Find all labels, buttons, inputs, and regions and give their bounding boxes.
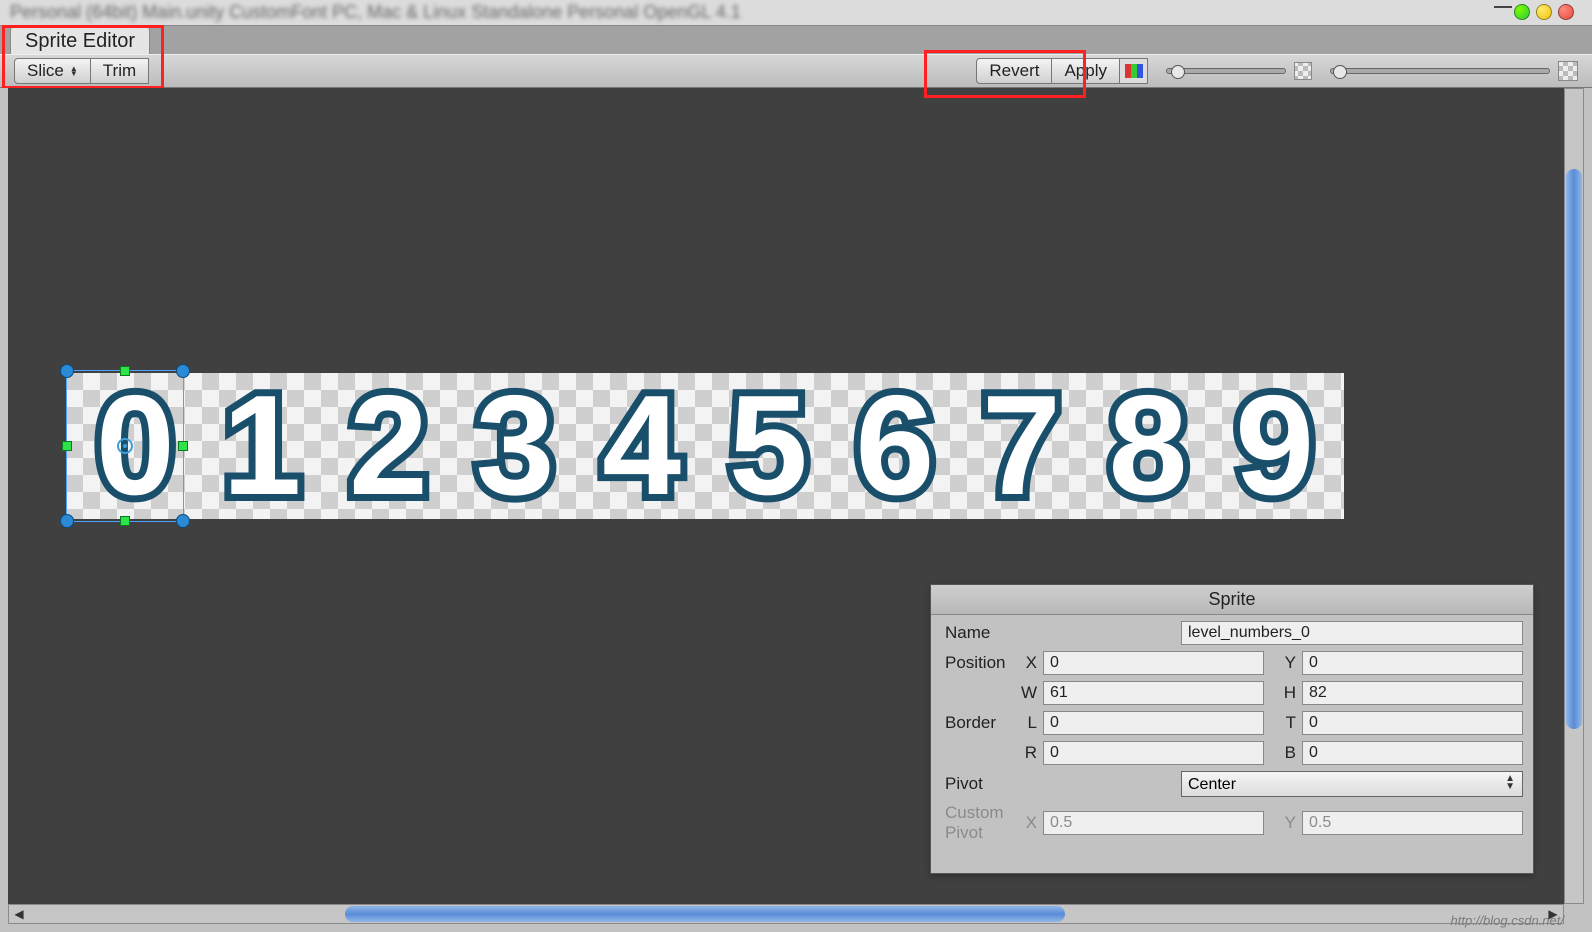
revert-button[interactable]: Revert bbox=[976, 58, 1052, 84]
zoom-thumb[interactable] bbox=[1171, 65, 1185, 79]
handle-top-right[interactable] bbox=[176, 364, 190, 378]
toolbar: Slice ▲▼ Trim Revert Apply bbox=[0, 54, 1592, 88]
handle-left[interactable] bbox=[62, 441, 72, 451]
checker-icon bbox=[1294, 62, 1312, 80]
selection-rect[interactable] bbox=[66, 370, 184, 522]
canvas-viewport[interactable]: 0 1 2 3 4 5 6 7 8 9 Sprite bbox=[8, 88, 1564, 904]
sprite-digit-1[interactable]: 1 bbox=[199, 375, 326, 517]
mac-minimize-icon[interactable] bbox=[1536, 4, 1552, 20]
pivot-select[interactable]: Center bbox=[1181, 771, 1523, 797]
rgb-toggle-button[interactable] bbox=[1120, 58, 1148, 84]
mac-window-controls bbox=[1514, 4, 1574, 20]
pos-y-field[interactable] bbox=[1302, 651, 1523, 675]
pos-h-label: H bbox=[1274, 683, 1296, 703]
pos-w-field[interactable] bbox=[1043, 681, 1264, 705]
cpivot-x-label: X bbox=[1015, 813, 1037, 833]
border-t-label: T bbox=[1274, 713, 1296, 733]
handle-bottom-right[interactable] bbox=[176, 514, 190, 528]
name-label: Name bbox=[945, 623, 1181, 643]
tab-sprite-editor[interactable]: Sprite Editor bbox=[10, 26, 150, 54]
window-title: Personal (64bit) Main.unity CustomFont P… bbox=[0, 0, 1592, 25]
slice-dropdown-icon: ▲▼ bbox=[70, 66, 78, 76]
handle-right[interactable] bbox=[178, 441, 188, 451]
cpivot-x-field bbox=[1043, 811, 1264, 835]
zoom-track[interactable] bbox=[1166, 68, 1286, 74]
pos-x-label: X bbox=[1015, 653, 1037, 673]
custom-pivot-label: Custom Pivot bbox=[945, 803, 1015, 843]
alpha-slider[interactable] bbox=[1330, 61, 1578, 81]
trim-button[interactable]: Trim bbox=[91, 58, 149, 84]
horizontal-scrollbar-thumb[interactable] bbox=[345, 906, 1065, 922]
scroll-left-arrow-icon[interactable]: ◀ bbox=[9, 905, 29, 923]
alpha-track[interactable] bbox=[1330, 68, 1550, 74]
sprite-digit-2[interactable]: 2 bbox=[325, 375, 452, 517]
pos-y-label: Y bbox=[1274, 653, 1296, 673]
cpivot-y-label: Y bbox=[1274, 813, 1296, 833]
slice-button[interactable]: Slice ▲▼ bbox=[14, 58, 91, 84]
handle-top[interactable] bbox=[120, 366, 130, 376]
sprite-digit-7[interactable]: 7 bbox=[958, 375, 1085, 517]
sprite-digit-5[interactable]: 5 bbox=[705, 375, 832, 517]
sprite-digit-3[interactable]: 3 bbox=[452, 375, 579, 517]
pos-x-field[interactable] bbox=[1043, 651, 1264, 675]
sprite-panel-title: Sprite bbox=[931, 585, 1533, 615]
sprite-panel: Sprite Name Position X Y W bbox=[930, 584, 1534, 874]
name-field[interactable] bbox=[1181, 621, 1523, 645]
mac-close-icon[interactable] bbox=[1558, 4, 1574, 20]
tab-row: Sprite Editor bbox=[0, 26, 1592, 54]
sprite-digit-4[interactable]: 4 bbox=[578, 375, 705, 517]
watermark: http://blog.csdn.net/ bbox=[1451, 913, 1564, 928]
vertical-scrollbar-thumb[interactable] bbox=[1566, 169, 1582, 729]
window-options-icon bbox=[1494, 6, 1512, 12]
position-label: Position bbox=[945, 653, 1015, 673]
sprite-digit-6[interactable]: 6 bbox=[832, 375, 959, 517]
handle-top-left[interactable] bbox=[60, 364, 74, 378]
mac-zoom-icon[interactable] bbox=[1514, 4, 1530, 20]
border-l-field[interactable] bbox=[1043, 711, 1264, 735]
alpha-checker-icon bbox=[1558, 61, 1578, 81]
border-r-label: R bbox=[1015, 743, 1037, 763]
handle-bottom-left[interactable] bbox=[60, 514, 74, 528]
zoom-slider[interactable] bbox=[1166, 62, 1312, 80]
border-label: Border bbox=[945, 713, 1015, 733]
border-r-field[interactable] bbox=[1043, 741, 1264, 765]
cpivot-y-field bbox=[1302, 811, 1523, 835]
border-b-label: B bbox=[1274, 743, 1296, 763]
pivot-handle[interactable] bbox=[117, 438, 133, 454]
border-l-label: L bbox=[1015, 713, 1037, 733]
rgb-icon bbox=[1125, 64, 1143, 78]
alpha-thumb[interactable] bbox=[1333, 65, 1347, 79]
sprite-digit-9[interactable]: 9 bbox=[1211, 375, 1338, 517]
pos-h-field[interactable] bbox=[1302, 681, 1523, 705]
sprite-sheet[interactable]: 0 1 2 3 4 5 6 7 8 9 bbox=[66, 373, 1344, 519]
slice-label: Slice bbox=[27, 61, 64, 81]
handle-bottom[interactable] bbox=[120, 516, 130, 526]
apply-button[interactable]: Apply bbox=[1052, 58, 1120, 84]
border-b-field[interactable] bbox=[1302, 741, 1523, 765]
border-t-field[interactable] bbox=[1302, 711, 1523, 735]
window-options[interactable] bbox=[1494, 6, 1512, 12]
editor-main: 0 1 2 3 4 5 6 7 8 9 Sprite bbox=[0, 88, 1592, 932]
horizontal-scrollbar[interactable]: ◀ ▶ bbox=[8, 904, 1564, 924]
pivot-label: Pivot bbox=[945, 774, 1181, 794]
sprite-digit-8[interactable]: 8 bbox=[1085, 375, 1212, 517]
pos-w-label: W bbox=[1015, 683, 1037, 703]
window-header: Personal (64bit) Main.unity CustomFont P… bbox=[0, 0, 1592, 26]
vertical-scrollbar[interactable] bbox=[1564, 88, 1584, 904]
